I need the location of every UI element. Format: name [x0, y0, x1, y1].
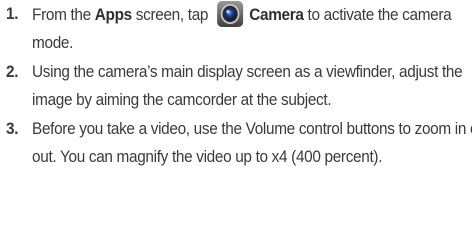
apps-term: Apps: [94, 6, 132, 24]
step-text: Using the camera’s main display screen a…: [32, 63, 463, 109]
step-3: 3. Before you take a video, use the Volu…: [6, 115, 472, 171]
step-2: 2. Using the camera’s main display scree…: [6, 58, 472, 114]
step-number: 1.: [6, 5, 19, 23]
step-text: From the: [32, 6, 95, 24]
step-text: Before you take a video, use the Volume …: [32, 120, 472, 166]
step-text: screen, tap: [131, 6, 213, 24]
step-number: 2.: [6, 63, 19, 81]
camera-app-icon: [216, 0, 244, 28]
instruction-steps-list: 1. From the Apps screen, tap Camera to a…: [6, 0, 472, 171]
step-1: 1. From the Apps screen, tap Camera to a…: [6, 0, 472, 57]
camera-term: Camera: [249, 6, 304, 24]
step-number: 3.: [6, 120, 19, 138]
